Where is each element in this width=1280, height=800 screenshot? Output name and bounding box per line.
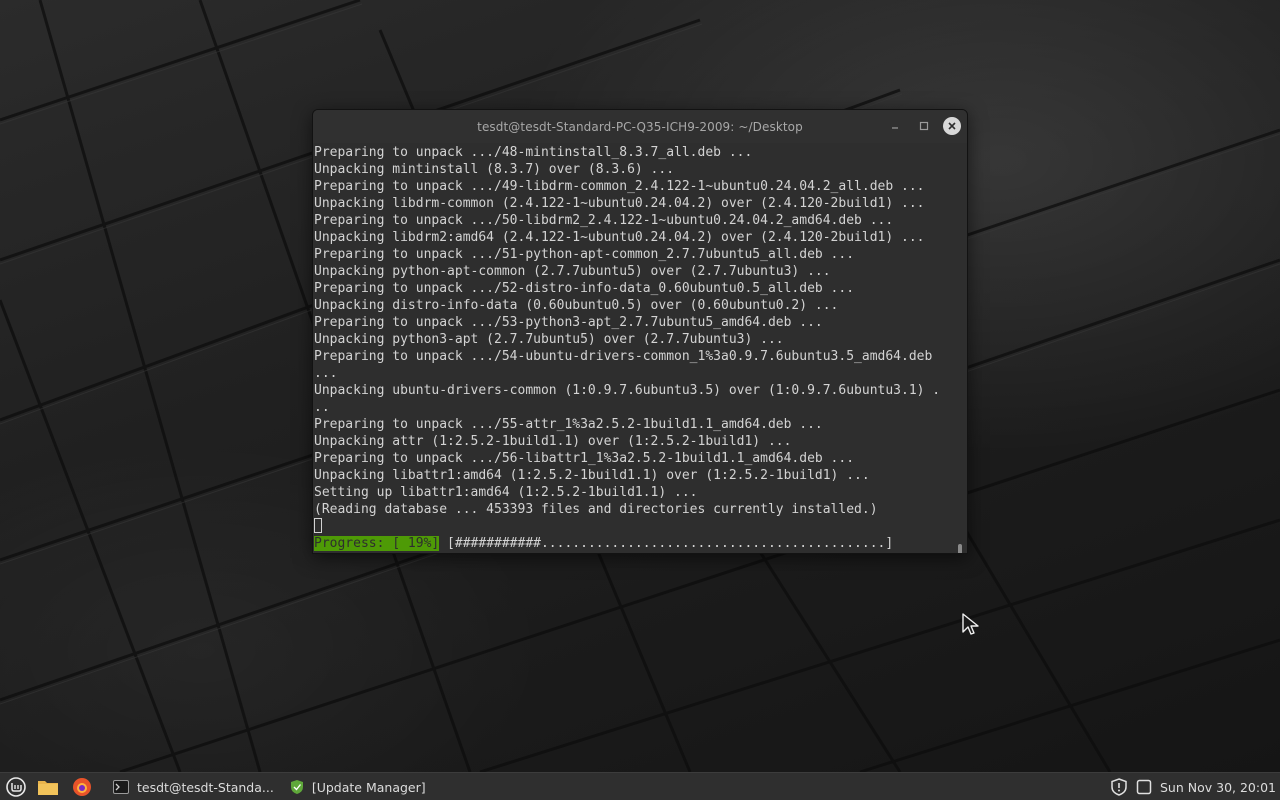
taskbar-task-update-manager[interactable]: [Update Manager]	[284, 774, 432, 800]
firefox-launcher[interactable]	[71, 776, 93, 798]
terminal-line: Preparing to unpack .../55-attr_1%3a2.5.…	[314, 417, 823, 432]
terminal-titlebar[interactable]: tesdt@tesdt-Standard-PC-Q35-ICH9-2009: ~…	[313, 110, 967, 143]
mouse-pointer-icon	[961, 612, 981, 640]
terminal-line: Unpacking libdrm-common (2.4.122-1~ubunt…	[314, 196, 925, 211]
minimize-icon	[892, 127, 898, 129]
terminal-line: Setting up libattr1:amd64 (1:2.5.2-1buil…	[314, 485, 698, 500]
terminal-line: Preparing to unpack .../52-distro-info-d…	[314, 281, 855, 296]
terminal-line: Preparing to unpack .../51-python-apt-co…	[314, 247, 855, 262]
clock[interactable]: Sun Nov 30, 20:01	[1160, 780, 1276, 795]
terminal-line: Preparing to unpack .../53-python3-apt_2…	[314, 315, 823, 330]
terminal-line: Preparing to unpack .../56-libattr1_1%3a…	[314, 451, 855, 466]
files-launcher[interactable]	[37, 776, 59, 798]
progress-line: Progress: [ 19%] [###########...........…	[313, 535, 967, 552]
menu-button[interactable]	[5, 776, 27, 798]
files-folder-icon	[38, 781, 58, 795]
maximize-icon	[919, 121, 929, 131]
terminal-line: Unpacking mintinstall (8.3.7) over (8.3.…	[314, 162, 675, 177]
terminal-line: Unpacking python-apt-common (2.7.7ubuntu…	[314, 264, 831, 279]
terminal-line: Unpacking attr (1:2.5.2-1build1.1) over …	[314, 434, 792, 449]
shield-icon	[290, 779, 304, 795]
terminal-scrollbar[interactable]	[958, 544, 962, 553]
linux-mint-menu-icon	[6, 777, 26, 797]
terminal-line: ...	[314, 366, 338, 381]
system-tray: Sun Nov 30, 20:01	[1110, 773, 1276, 800]
task-label: tesdt@tesdt-Standa...	[137, 779, 274, 795]
window-title: tesdt@tesdt-Standard-PC-Q35-ICH9-2009: ~…	[477, 119, 803, 134]
window-controls	[885, 116, 961, 136]
task-label: [Update Manager]	[311, 779, 426, 795]
progress-label: Progress: [ 19%]	[314, 536, 440, 551]
terminal-line: Unpacking ubuntu-drivers-common (1:0.9.7…	[314, 383, 941, 398]
progress-bar: [###########............................…	[439, 536, 894, 551]
minimize-button[interactable]	[885, 116, 905, 136]
terminal-line: Unpacking libattr1:amd64 (1:2.5.2-1build…	[314, 468, 870, 483]
terminal-line: Unpacking python3-apt (2.7.7ubuntu5) ove…	[314, 332, 784, 347]
terminal-line: Preparing to unpack .../54-ubuntu-driver…	[314, 349, 933, 364]
terminal-output[interactable]: Preparing to unpack .../48-mintinstall_8…	[313, 144, 967, 553]
maximize-button[interactable]	[914, 116, 934, 136]
firefox-icon	[73, 778, 91, 796]
taskbar-task-terminal[interactable]: tesdt@tesdt-Standa...	[107, 774, 280, 800]
terminal-line: Unpacking distro-info-data (0.60ubuntu0.…	[314, 298, 839, 313]
terminal-icon	[113, 780, 129, 794]
terminal-line: Preparing to unpack .../49-libdrm-common…	[314, 179, 925, 194]
taskbar: tesdt@tesdt-Standa... [Update Manager] S…	[0, 772, 1280, 800]
terminal-line: Unpacking libdrm2:amd64 (2.4.122-1~ubunt…	[314, 230, 925, 245]
terminal-line: Preparing to unpack .../48-mintinstall_8…	[314, 145, 753, 160]
terminal-line: (Reading database ... 453393 files and d…	[314, 502, 878, 517]
text-cursor	[314, 518, 322, 533]
terminal-line: Preparing to unpack .../50-libdrm2_2.4.1…	[314, 213, 894, 228]
cursor-line	[313, 518, 967, 535]
update-shield-icon[interactable]	[1110, 778, 1128, 796]
close-button[interactable]	[943, 117, 961, 135]
terminal-window[interactable]: tesdt@tesdt-Standard-PC-Q35-ICH9-2009: ~…	[312, 109, 968, 554]
close-icon	[948, 122, 956, 130]
notifications-icon[interactable]	[1136, 779, 1152, 795]
terminal-line: ..	[314, 400, 330, 415]
